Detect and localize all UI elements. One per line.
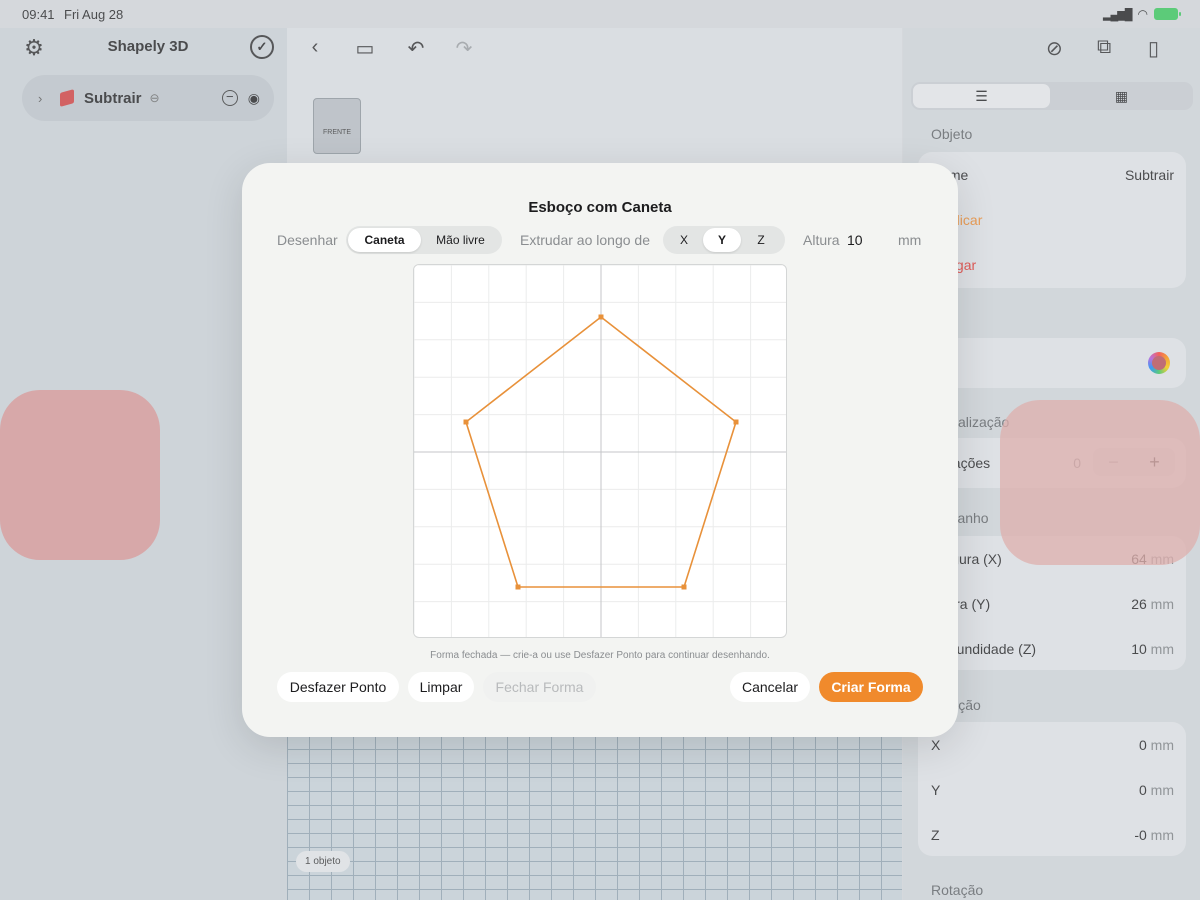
undo-point-button[interactable]: Desfazer Ponto bbox=[277, 672, 399, 702]
height-input[interactable]: 10 bbox=[847, 232, 863, 248]
sketch-svg bbox=[414, 265, 786, 637]
draw-mode-freehand[interactable]: Mão livre bbox=[421, 228, 500, 252]
height-unit: mm bbox=[898, 232, 922, 248]
axis-x[interactable]: X bbox=[665, 228, 703, 252]
clear-button[interactable]: Limpar bbox=[408, 672, 474, 702]
sketch-vertex[interactable] bbox=[463, 419, 469, 425]
axis-z[interactable]: Z bbox=[741, 228, 781, 252]
hint-text: Forma fechada — crie-a ou use Desfazer P… bbox=[430, 650, 770, 661]
sketch-vertex[interactable] bbox=[598, 314, 604, 320]
draw-label: Desenhar bbox=[277, 232, 338, 248]
extrude-axis-segmented: X Y Z bbox=[663, 226, 785, 254]
sketch-vertex[interactable] bbox=[681, 584, 687, 590]
sketch-canvas[interactable] bbox=[413, 264, 787, 638]
create-shape-button[interactable]: Criar Forma bbox=[819, 672, 923, 702]
close-shape-button[interactable]: Fechar Forma bbox=[483, 672, 596, 702]
sketch-vertex[interactable] bbox=[515, 584, 521, 590]
pen-sketch-dialog: Esboço com Caneta Desenhar Caneta Mão li… bbox=[242, 163, 958, 737]
cancel-button[interactable]: Cancelar bbox=[730, 672, 810, 702]
draw-mode-segmented: Caneta Mão livre bbox=[346, 226, 502, 254]
sketch-vertex[interactable] bbox=[733, 419, 739, 425]
draw-mode-pen[interactable]: Caneta bbox=[348, 228, 421, 252]
height-label: Altura bbox=[803, 232, 840, 248]
axis-y[interactable]: Y bbox=[703, 228, 741, 252]
extrude-label: Extrudar ao longo de bbox=[520, 232, 650, 248]
dialog-title: Esboço com Caneta bbox=[528, 199, 672, 216]
